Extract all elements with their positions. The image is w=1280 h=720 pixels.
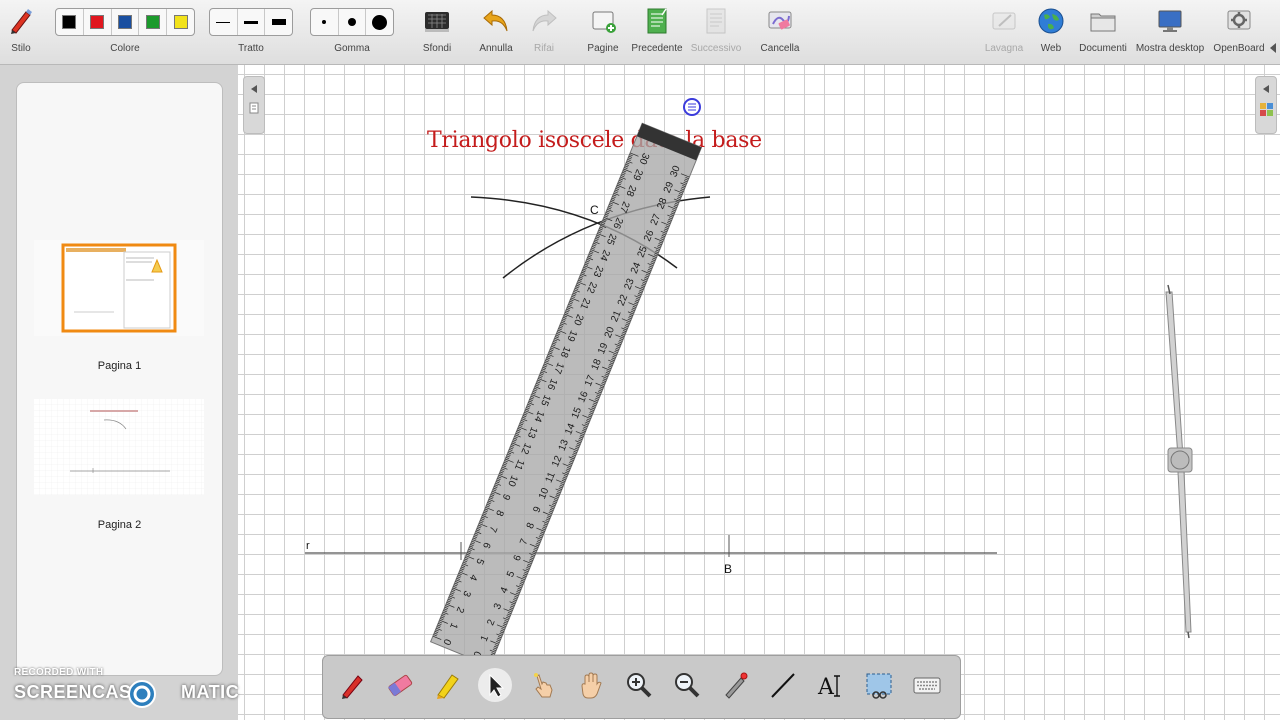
hand-tool-button[interactable]	[574, 668, 608, 702]
text-icon: A	[817, 675, 840, 700]
zoom-out-icon	[675, 673, 700, 698]
ruler-tool[interactable]: 0011223344556677889910101111121213131414…	[0, 0, 1280, 720]
pen-tool-button[interactable]	[336, 668, 370, 702]
text-tool-button[interactable]: A	[814, 668, 848, 702]
line-tool-button[interactable]	[766, 668, 800, 702]
zoom-in-icon	[627, 673, 652, 698]
pen-icon	[342, 675, 363, 699]
zoom-out-tool-button[interactable]	[670, 668, 704, 702]
zoom-in-tool-button[interactable]	[622, 668, 656, 702]
eraser-tool-button[interactable]	[383, 668, 417, 702]
screencast-o-matic-logo	[128, 680, 156, 708]
capture-tool-button[interactable]	[862, 668, 896, 702]
line-icon	[771, 673, 795, 698]
watermark-screencast-text: SCREENCAST	[14, 682, 144, 702]
watermark-matic-text: MATIC	[181, 682, 240, 702]
capture-icon	[866, 673, 892, 699]
compass-hinge	[1170, 450, 1190, 470]
pointer-tool-button[interactable]	[478, 668, 512, 702]
pointing-hand-icon	[534, 673, 553, 698]
compass-leg-top	[1165, 291, 1184, 458]
compass-leg-bottom	[1177, 471, 1192, 633]
laser-pointer-icon	[725, 672, 748, 699]
svg-text:A: A	[817, 675, 835, 700]
laser-pointer-tool-button[interactable]	[718, 668, 752, 702]
compass-tool[interactable]	[1160, 282, 1200, 642]
interact-tool-button[interactable]	[526, 668, 560, 702]
tool-palette: A	[322, 655, 961, 719]
highlighter-icon	[437, 674, 459, 699]
highlighter-tool-button[interactable]	[431, 668, 465, 702]
eraser-icon	[388, 674, 413, 697]
hand-icon	[581, 672, 602, 699]
virtual-keyboard-button[interactable]	[910, 668, 944, 702]
keyboard-icon	[913, 677, 941, 694]
pointer-arrow-icon	[489, 673, 505, 698]
watermark-recorded-with: RECORDED WITH	[14, 667, 104, 678]
